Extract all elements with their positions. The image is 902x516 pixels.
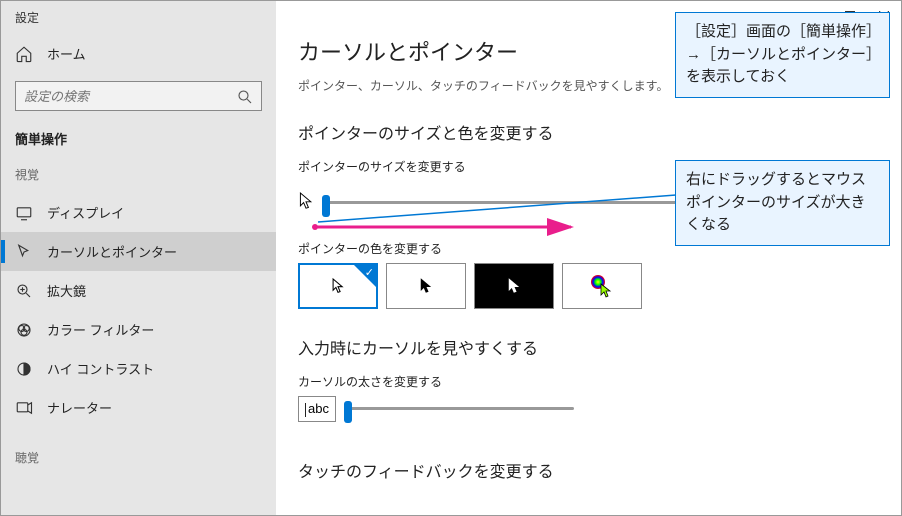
section-touch: タッチのフィードバックを変更する [298,458,879,482]
cursor-thickness-row: abc [298,396,879,422]
sidebar-item-narrator[interactable]: ナレーター [1,388,276,427]
group-vision: 視覚 [1,166,276,193]
narrator-icon [15,399,33,417]
category-label: 簡単操作 [15,129,262,148]
search-icon [236,88,254,106]
cursor-thickness-slider[interactable] [344,407,574,410]
sidebar-item-display[interactable]: ディスプレイ [1,193,276,232]
label-cursor-thickness: カーソルの太さを変更する [298,373,879,390]
search-input[interactable] [15,81,262,111]
high-contrast-icon [15,360,33,378]
color-option-white[interactable]: ✓ [298,263,378,309]
color-option-inverted[interactable] [474,263,554,309]
home-label: ホーム [47,44,86,63]
sidebar-item-label: ハイ コントラスト [47,359,154,378]
cursor-small-icon [298,191,314,214]
sidebar-item-label: 拡大鏡 [47,281,86,300]
sidebar-item-label: ナレーター [47,398,112,417]
color-filter-icon [15,321,33,339]
app-title: 設定 [15,9,262,26]
group-hearing: 聴覚 [1,449,276,476]
color-option-custom[interactable] [562,263,642,309]
sidebar-item-cursor-pointer[interactable]: カーソルとポインター [1,232,276,271]
sidebar-item-high-contrast[interactable]: ハイ コントラスト [1,349,276,388]
display-icon [15,204,33,222]
callout-2: 右にドラッグするとマウスポインターのサイズが大きくなる [675,160,890,246]
sidebar: 設定 ホーム 簡単操作 視覚 ディスプレイ [1,1,276,515]
callout-1: ［設定］画面の［簡単操作］→［カーソルとポインター］を表示しておく [675,12,890,98]
section-cursor: 入力時にカーソルを見やすくする [298,335,879,359]
search-box[interactable] [15,81,262,111]
sidebar-item-label: ディスプレイ [47,203,124,222]
home-link[interactable]: ホーム [15,40,262,67]
home-icon [15,45,33,63]
cursor-icon [15,243,33,261]
slider-thumb[interactable] [322,195,330,217]
color-option-black[interactable] [386,263,466,309]
section-pointer: ポインターのサイズと色を変更する [298,120,879,144]
magnifier-icon [15,282,33,300]
pointer-color-options: ✓ [298,263,879,309]
slider-thumb[interactable] [344,401,352,423]
cursor-preview: abc [298,396,336,422]
sidebar-item-magnifier[interactable]: 拡大鏡 [1,271,276,310]
sidebar-item-color-filter[interactable]: カラー フィルター [1,310,276,349]
sidebar-item-label: カラー フィルター [47,320,154,339]
sidebar-item-label: カーソルとポインター [47,242,177,261]
